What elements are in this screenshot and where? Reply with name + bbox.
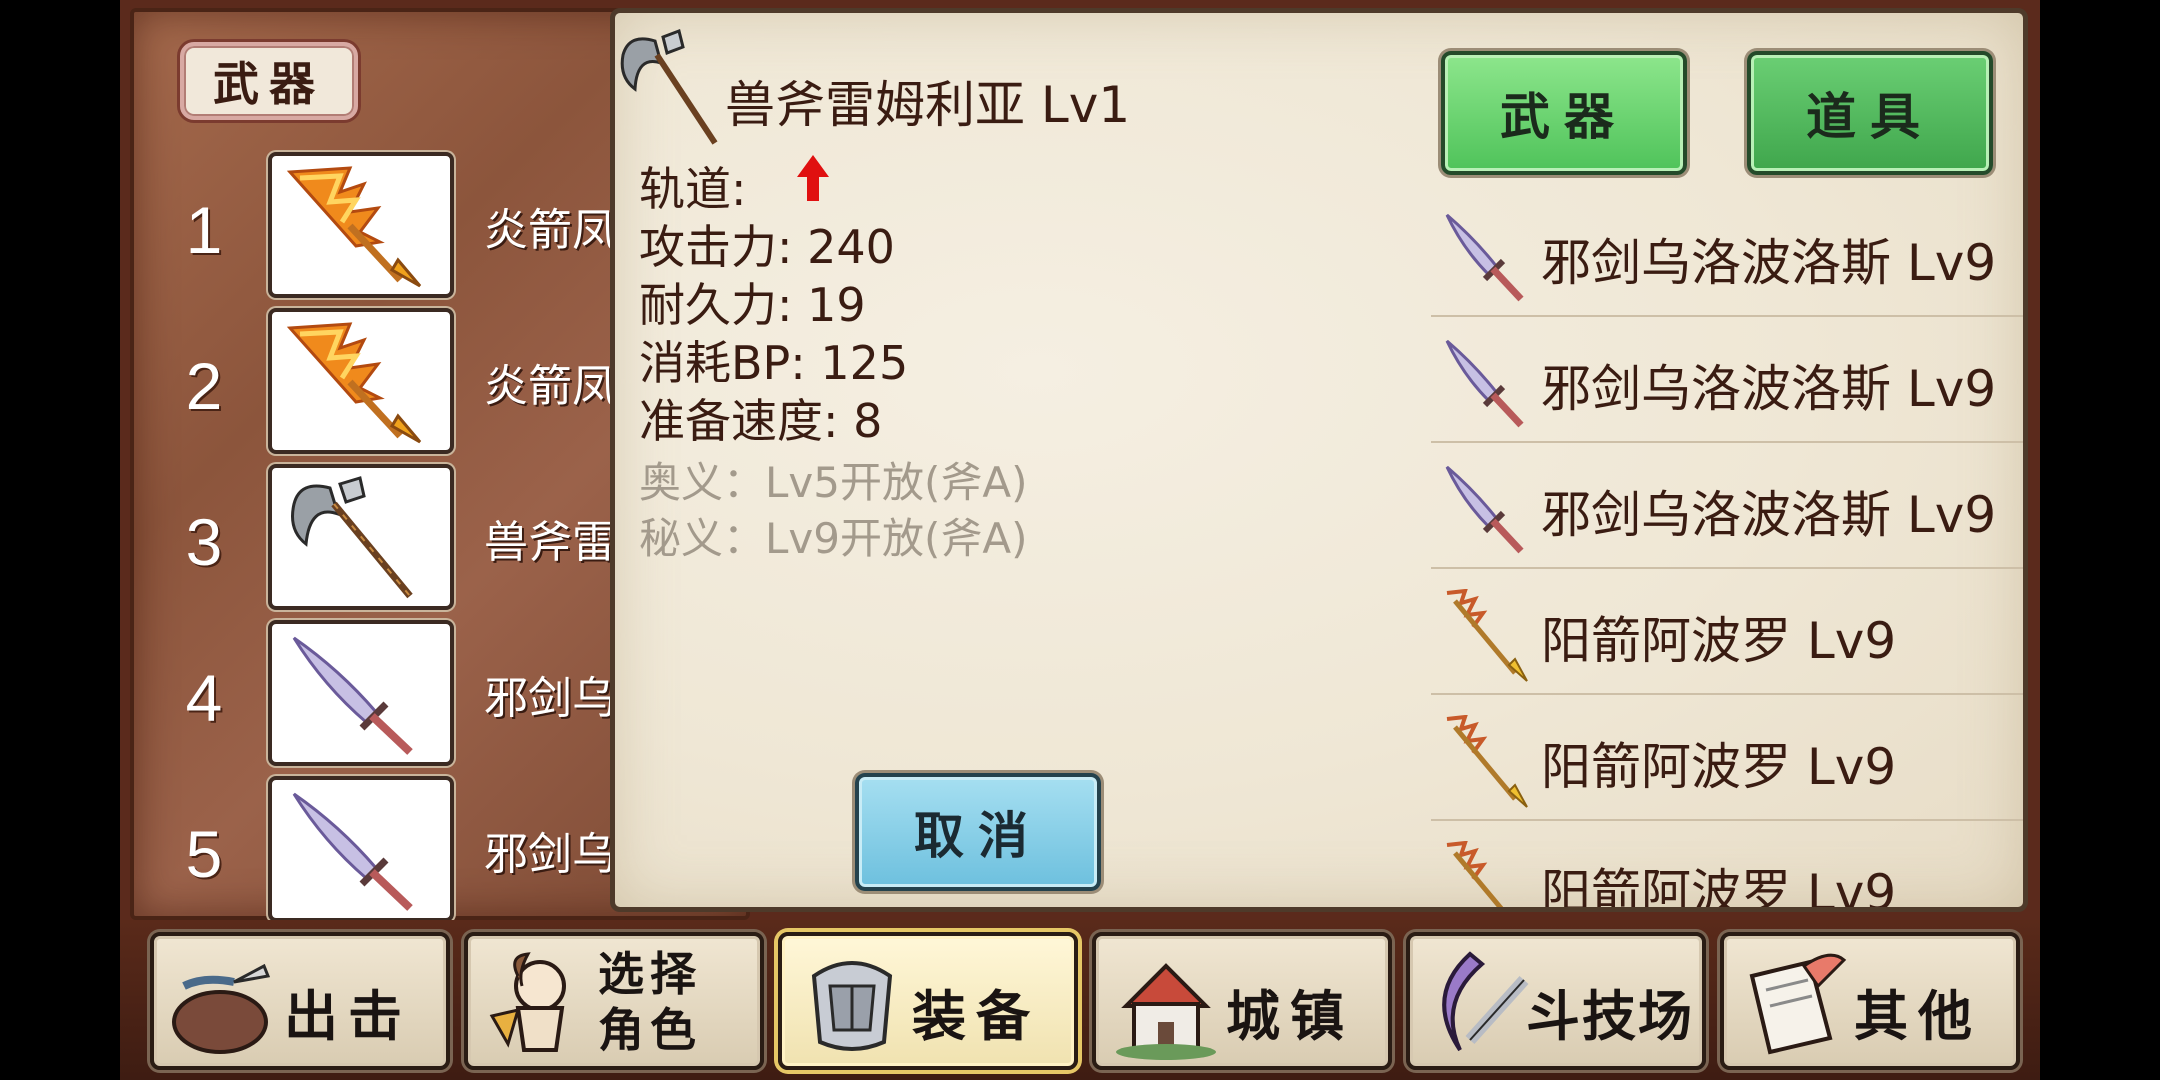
slot-number: 4 <box>185 661 223 735</box>
arrow-icon <box>1446 589 1528 682</box>
slot-number: 3 <box>185 505 223 579</box>
bp-cost-stat: 消耗BP: 125 <box>639 336 909 390</box>
nav-choose-line1: 选择 <box>598 947 702 1001</box>
nav-choose-character-button[interactable]: 选择 角色 <box>464 932 764 1070</box>
town-icon <box>1116 963 1216 1060</box>
track-label: 轨道: <box>639 162 747 216</box>
list-item[interactable]: 阳箭阿波罗 Lv9 <box>1431 695 2023 821</box>
slot-number: 5 <box>185 817 223 891</box>
nav-town-button[interactable]: 城镇 <box>1092 932 1392 1070</box>
sword-icon <box>1445 339 1524 428</box>
list-item[interactable]: 邪剑乌洛波洛斯 Lv9 <box>1431 443 2023 569</box>
prep-speed-stat: 准备速度: 8 <box>639 394 883 448</box>
nav-other-button[interactable]: 其他 <box>1720 932 2020 1070</box>
sword-icon <box>1445 213 1524 302</box>
slot-number: 2 <box>185 349 223 423</box>
list-item-name: 邪剑乌洛波洛斯 Lv9 <box>1541 360 1997 418</box>
arrow-icon <box>1446 715 1528 808</box>
nav-town-label: 城镇 <box>1226 985 1354 1048</box>
nav-sortie-label: 出击 <box>284 985 412 1048</box>
axe-icon <box>291 476 413 599</box>
nav-choose-character-label: 选择 角色 <box>598 946 702 1058</box>
scroll-icon <box>1749 953 1847 1055</box>
game-screen: 武器 1 炎箭凤 2 炎箭凤 3 兽斧雷 4 邪剑乌 5 邪剑乌 兽斧雷姆利亚 … <box>120 0 2040 1080</box>
sword-icon <box>1445 465 1524 554</box>
list-item-name: 阳箭阿波罗 Lv9 <box>1541 864 1897 912</box>
slot-weapon-name: 邪剑乌 <box>484 829 616 880</box>
nav-arena-label: 斗技场 <box>1526 985 1694 1048</box>
list-item[interactable]: 阳箭阿波罗 Lv9 <box>1431 569 2023 695</box>
nav-sortie-button[interactable]: 出击 <box>150 932 450 1070</box>
fire-arrow-icon <box>286 322 422 444</box>
fire-arrow-icon <box>286 166 422 288</box>
character-icon <box>489 952 566 1052</box>
slot-weapon-name: 邪剑乌 <box>484 673 616 724</box>
tab-weapon[interactable]: 武器 <box>1441 51 1687 175</box>
list-item[interactable]: 邪剑乌洛波洛斯 Lv9 <box>1431 191 2023 317</box>
weapons-panel-title: 武器 <box>180 42 358 120</box>
slot-icon-box <box>268 152 454 298</box>
armor-icon <box>811 961 893 1051</box>
up-arrow-icon <box>797 155 829 201</box>
list-item[interactable]: 邪剑乌洛波洛斯 Lv9 <box>1431 317 2023 443</box>
slot-number: 1 <box>185 193 223 267</box>
bottom-nav: 出击 选择 角色 装备 城镇 斗技场 其他 <box>120 920 2040 1080</box>
list-item-name: 邪剑乌洛波洛斯 Lv9 <box>1541 486 1997 544</box>
weapon-detail-panel: 兽斧雷姆利亚 Lv1 轨道: 攻击力: 240 耐久力: 19 消耗BP: 12… <box>610 8 2028 912</box>
secret-skill-2: 秘义：Lv9开放(斧A) <box>639 514 1028 563</box>
nav-equip-label: 装备 <box>912 985 1040 1048</box>
list-item-name: 阳箭阿波罗 Lv9 <box>1541 738 1897 796</box>
nav-equip-button[interactable]: 装备 <box>778 932 1078 1070</box>
slot-icon-box <box>268 464 454 610</box>
tab-item[interactable]: 道具 <box>1747 51 1993 175</box>
arrow-icon <box>1446 841 1504 907</box>
weapon-list: 邪剑乌洛波洛斯 Lv9 邪剑乌洛波洛斯 Lv9 邪剑乌洛波洛斯 Lv9 阳箭阿波… <box>1431 191 2023 912</box>
slot-weapon-name: 炎箭凤 <box>484 361 616 412</box>
sword-icon <box>292 792 413 911</box>
cancel-button[interactable]: 取消 <box>855 773 1101 891</box>
item-title: 兽斧雷姆利亚 Lv1 <box>725 76 1131 134</box>
slot-weapon-name: 炎箭凤 <box>484 205 616 256</box>
nav-arena-button[interactable]: 斗技场 <box>1406 932 1706 1070</box>
axe-icon <box>620 29 718 145</box>
nav-choose-line2: 角色 <box>598 1003 702 1057</box>
slot-weapon-name: 兽斧雷 <box>484 517 616 568</box>
list-item[interactable]: 阳箭阿波罗 Lv9 <box>1431 821 2023 912</box>
attack-stat: 攻击力: 240 <box>639 220 895 274</box>
sword-icon <box>292 636 413 755</box>
nav-other-label: 其他 <box>1854 985 1982 1048</box>
slot-icon-box <box>268 776 454 922</box>
slot-icon-box <box>268 308 454 454</box>
sortie-icon <box>172 963 271 1054</box>
arena-icon <box>1442 951 1529 1052</box>
list-item-name: 邪剑乌洛波洛斯 Lv9 <box>1541 234 1997 292</box>
list-item-name: 阳箭阿波罗 Lv9 <box>1541 612 1897 670</box>
secret-skill-1: 奥义：Lv5开放(斧A) <box>639 458 1028 507</box>
durability-stat: 耐久力: 19 <box>639 278 866 332</box>
slot-icon-box <box>268 620 454 766</box>
